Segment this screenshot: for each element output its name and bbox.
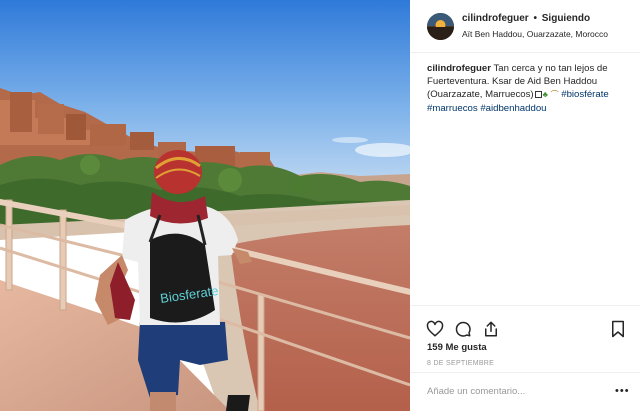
- hashtag-link[interactable]: #marruecos: [427, 103, 478, 114]
- instagram-post: Biosferate cilindrofeguer • Siguiendo Aï…: [0, 0, 640, 411]
- palm-tree-emoji-icon: ♣: [542, 90, 548, 100]
- following-button[interactable]: Siguiendo: [542, 13, 590, 24]
- comment-input[interactable]: [427, 386, 607, 397]
- camel-emoji-icon: ⌒: [550, 90, 559, 100]
- post-header: cilindrofeguer • Siguiendo Aït Ben Haddo…: [410, 0, 640, 53]
- share-icon[interactable]: [482, 320, 500, 338]
- hashtag-link[interactable]: #aidbenhaddou: [480, 103, 546, 114]
- avatar[interactable]: [427, 13, 454, 40]
- post-caption: cilindrofeguer Tan cerca y no tan lejos …: [427, 62, 633, 115]
- bookmark-icon[interactable]: [609, 320, 627, 338]
- more-options-icon[interactable]: •••: [615, 386, 630, 397]
- post-location[interactable]: Aït Ben Haddou, Ouarzazate, Morocco: [462, 29, 608, 39]
- post-photo[interactable]: Biosferate: [0, 0, 410, 411]
- avatar-image: [427, 13, 454, 40]
- flag-emoji-icon: [534, 91, 542, 99]
- comment-bar: •••: [410, 372, 640, 411]
- likes-count[interactable]: 159 Me gusta: [427, 342, 487, 353]
- header-line: cilindrofeguer • Siguiendo: [462, 13, 590, 24]
- hashtag-link[interactable]: #biosférate: [561, 89, 608, 100]
- post-photo-illustration: Biosferate: [0, 0, 410, 411]
- header-separator: •: [533, 13, 537, 24]
- post-date: 8 DE SEPTIEMBRE: [427, 360, 495, 367]
- post-side-panel: cilindrofeguer • Siguiendo Aït Ben Haddo…: [410, 0, 640, 411]
- comment-icon[interactable]: [454, 320, 472, 338]
- heart-icon[interactable]: [426, 320, 444, 338]
- header-username[interactable]: cilindrofeguer: [462, 13, 529, 24]
- caption-username[interactable]: cilindrofeguer: [427, 63, 491, 74]
